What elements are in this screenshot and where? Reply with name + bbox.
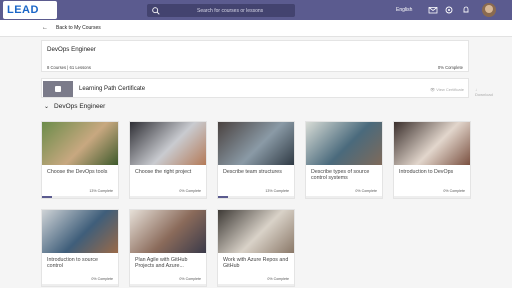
- lock-icon: [55, 86, 61, 92]
- course-thumbnail: [42, 122, 118, 165]
- course-progress: 0% Complete: [179, 277, 201, 281]
- section-title: DevOps Engineer: [54, 103, 106, 110]
- sub-bar: ← Back to My Courses: [0, 20, 512, 37]
- course-card[interactable]: Choose the DevOps tools 13% Complete: [41, 121, 119, 199]
- course-title: Describe types of source control systems: [311, 169, 370, 182]
- course-thumbnail: [394, 122, 470, 165]
- mail-icon[interactable]: [428, 5, 438, 15]
- course-card[interactable]: Choose the right project 0% Complete: [129, 121, 207, 199]
- search-box[interactable]: Search for courses or lessons: [147, 4, 295, 17]
- course-title: Describe team structures: [223, 169, 282, 175]
- course-card[interactable]: Work with Azure Repos and GitHub 0% Compl…: [217, 209, 295, 287]
- course-card[interactable]: Introduction to source control 0% Complet…: [41, 209, 119, 287]
- course-thumbnail: [218, 122, 294, 165]
- learning-path-progress: 0% Complete: [437, 65, 463, 70]
- course-thumbnail: [130, 210, 206, 253]
- course-title: Choose the DevOps tools: [47, 169, 108, 175]
- course-progress-bar: [130, 284, 206, 286]
- logo-text: LEAD: [7, 4, 39, 16]
- course-progress: 13% Complete: [265, 189, 289, 193]
- course-progress-bar: [42, 196, 118, 198]
- back-arrow-icon: ←: [42, 25, 48, 31]
- course-card[interactable]: Introduction to DevOps 0% Complete: [393, 121, 471, 199]
- avatar[interactable]: [482, 3, 496, 17]
- course-progress-bar: [394, 196, 470, 198]
- course-thumbnail: [306, 122, 382, 165]
- course-thumbnail: [42, 210, 118, 253]
- course-progress-bar: [130, 196, 206, 198]
- view-certificate-label: View Certificate: [436, 87, 464, 92]
- logo[interactable]: LEAD: [3, 1, 57, 19]
- search-placeholder: Search for courses or lessons: [197, 7, 264, 14]
- search-icon: [152, 6, 160, 15]
- course-progress: 0% Complete: [179, 189, 201, 193]
- course-title: Work with Azure Repos and GitHub: [223, 257, 289, 270]
- course-title: Choose the right project: [135, 169, 192, 175]
- download-label: Download: [475, 92, 493, 97]
- back-link[interactable]: ← Back to My Courses: [42, 25, 101, 31]
- chevron-down-icon: ⌄: [44, 104, 50, 110]
- top-bar: LEAD Search for courses or lessons Engli…: [0, 0, 512, 20]
- back-label: Back to My Courses: [56, 25, 101, 31]
- language-selector[interactable]: English: [396, 7, 412, 13]
- certificate-title: Learning Path Certificate: [79, 86, 146, 92]
- course-progress-bar: [218, 284, 294, 286]
- course-progress-bar: [306, 196, 382, 198]
- course-card[interactable]: Describe team structures 13% Complete: [217, 121, 295, 199]
- learning-path-stats: 8 Courses | 61 Lessons: [47, 65, 91, 70]
- notification-icon[interactable]: [461, 5, 471, 15]
- course-progress: 0% Complete: [91, 277, 113, 281]
- certificate-thumbnail: [43, 81, 73, 97]
- course-card[interactable]: Describe types of source control systems…: [305, 121, 383, 199]
- course-title: Introduction to source control: [47, 257, 98, 270]
- learning-path-title: DevOps Engineer: [47, 46, 96, 53]
- course-thumbnail: [130, 122, 206, 165]
- download-button[interactable]: ↓ Download: [475, 87, 493, 97]
- certificate-card: Learning Path Certificate 👁 View Certifi…: [41, 78, 493, 98]
- course-title: Plan Agile with GitHub Projects and Azur…: [135, 257, 188, 270]
- learning-path-card: DevOps Engineer 8 Courses | 61 Lessons 0…: [41, 40, 469, 72]
- view-certificate-button[interactable]: 👁 View Certificate: [430, 87, 464, 92]
- course-card[interactable]: Plan Agile with GitHub Projects and Azur…: [129, 209, 207, 287]
- course-thumbnail: [218, 210, 294, 253]
- course-progress: 0% Complete: [355, 189, 377, 193]
- course-progress-bar: [218, 196, 294, 198]
- settings-icon[interactable]: [444, 5, 454, 15]
- course-progress-bar: [42, 284, 118, 286]
- course-progress: 13% Complete: [89, 189, 113, 193]
- course-title: Introduction to DevOps: [399, 169, 454, 175]
- course-progress: 0% Complete: [443, 189, 465, 193]
- course-progress: 0% Complete: [267, 277, 289, 281]
- section-header[interactable]: ⌄ DevOps Engineer: [44, 103, 105, 110]
